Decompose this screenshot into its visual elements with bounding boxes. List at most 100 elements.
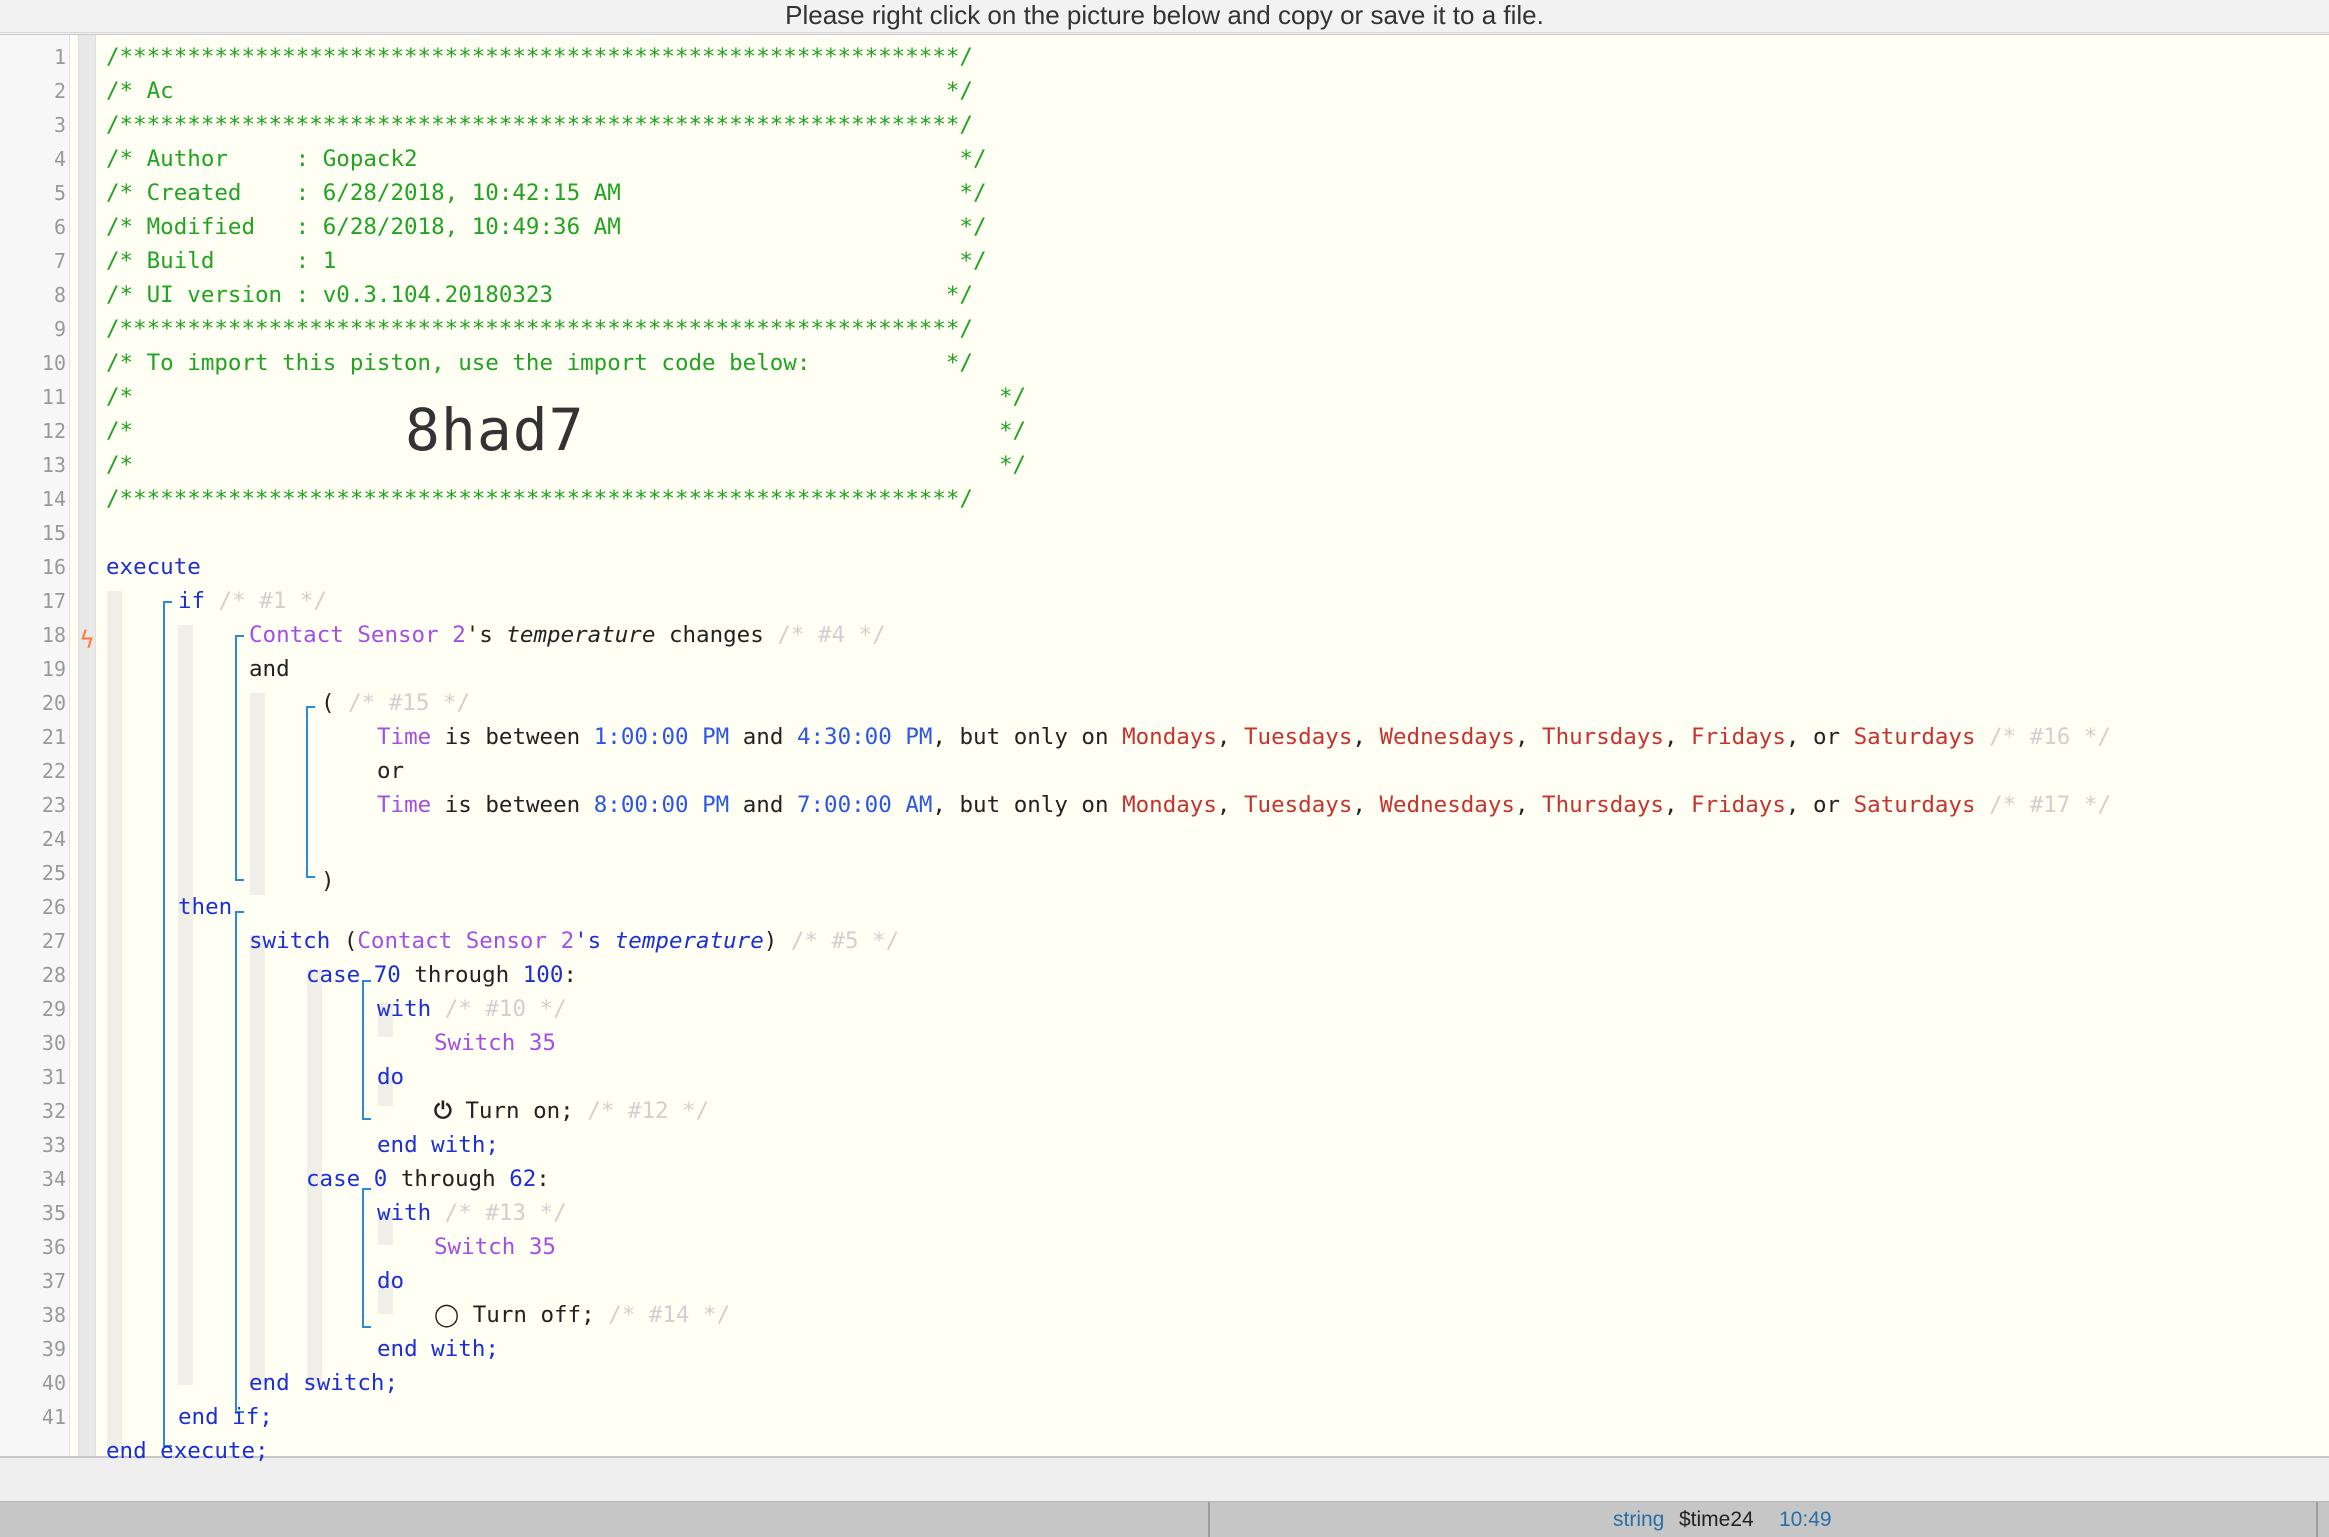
turn-off-command[interactable]: ◯ Turn off; /* #14 */ xyxy=(434,1298,730,1332)
turn-on-command[interactable]: ⏻ Turn on; /* #12 */ xyxy=(434,1094,709,1128)
status-var-name: $time24 xyxy=(1679,1508,1754,1531)
line-number: 31 xyxy=(41,1065,66,1089)
case-70-100[interactable]: case 70 through 100: xyxy=(306,958,577,992)
line-number: 25 xyxy=(41,861,66,885)
line-number: 36 xyxy=(41,1235,66,1259)
header-build: /* Build : 1 */ xyxy=(106,248,987,274)
import-code[interactable]: 8had7 xyxy=(405,395,585,465)
and-word: and xyxy=(729,724,797,750)
piston-code-view: 1 2 3 4 5 6 7 8 9 10 11 12 13 14 15 16 17 18 19 20 21 22 23 24 2… xyxy=(0,34,2329,1464)
day-value: Mondays xyxy=(1122,724,1217,750)
line-number: 14 xyxy=(41,487,66,511)
group-close[interactable]: ) xyxy=(321,864,335,898)
power-off-icon: ◯ xyxy=(434,1302,460,1328)
time-condition-2[interactable]: Time is between 8:00:00 PM and 7:00:00 A… xyxy=(377,788,2111,822)
possessive: 's xyxy=(465,622,507,648)
and-operator[interactable]: and xyxy=(249,652,290,686)
case-max: 62 xyxy=(509,1166,537,1192)
possessive: 's xyxy=(574,928,615,954)
statement-id-comment: /* #1 */ xyxy=(218,588,328,614)
line-number: 23 xyxy=(41,793,66,817)
header-border: /***************************************… xyxy=(106,112,973,138)
line-number: 41 xyxy=(41,1405,66,1429)
line-number: 1 xyxy=(53,45,66,69)
header-blank-close: */ xyxy=(999,452,1027,478)
line-number: 24 xyxy=(41,827,66,851)
trigger-condition[interactable]: Contact Sensor 2's temperature changes /… xyxy=(249,618,886,652)
or-word: , or xyxy=(1785,724,1854,750)
with-statement[interactable]: with /* #13 */ xyxy=(377,1196,567,1230)
end-execute-keyword: end execute; xyxy=(106,1438,269,1464)
comma: , xyxy=(1514,724,1543,750)
indent-bar xyxy=(250,693,265,895)
status-var-value: 10:49 xyxy=(1779,1508,1832,1531)
line-number: 10 xyxy=(41,351,66,375)
case-max: 100 xyxy=(522,962,564,988)
group-bracket xyxy=(306,706,315,878)
status-bar: string $time24 10:49 xyxy=(0,1501,2329,1537)
with-bracket xyxy=(362,980,371,1120)
line-number: 6 xyxy=(53,215,66,239)
line-number: 13 xyxy=(41,453,66,477)
statement-id-comment: /* #4 */ xyxy=(777,622,886,648)
end-with-keyword: end with; xyxy=(377,1336,499,1362)
header-blank-close: */ xyxy=(999,384,1027,410)
device-switch-35[interactable]: Switch 35 xyxy=(434,1026,556,1060)
group-open[interactable]: ( /* #15 */ xyxy=(321,686,470,720)
status-divider xyxy=(1208,1502,1210,1537)
with-keyword: with xyxy=(377,996,432,1022)
indent-bar xyxy=(178,625,193,1385)
or-operator[interactable]: or xyxy=(377,754,404,788)
statement-id-comment: /* #17 */ xyxy=(1989,792,2111,818)
comma: , xyxy=(1663,724,1692,750)
line-number: 22 xyxy=(41,759,66,783)
then-keyword[interactable]: then xyxy=(178,890,232,924)
statement-id-comment: /* #15 */ xyxy=(348,690,471,716)
day-value: Thursdays xyxy=(1542,724,1664,750)
line-number: 11 xyxy=(41,385,66,409)
day-value: Wednesdays xyxy=(1379,724,1515,750)
header-blank-open: /* xyxy=(106,452,134,478)
day-value: Saturdays xyxy=(1853,792,1976,818)
header-ui-version: /* UI version : v0.3.104.20180323 */ xyxy=(106,282,973,308)
if-statement[interactable]: if /* #1 */ xyxy=(178,584,327,618)
restriction: , but only on xyxy=(932,724,1123,750)
case-keyword: case xyxy=(306,962,361,988)
case-min: 0 xyxy=(373,1166,388,1192)
time-subject: Time xyxy=(377,792,432,818)
line-number: 9 xyxy=(53,317,66,341)
switch-keyword: switch xyxy=(249,928,331,954)
switch-statement[interactable]: switch (Contact Sensor 2's temperature) … xyxy=(249,924,899,958)
time-subject: Time xyxy=(377,724,432,750)
instruction-text: Please right click on the picture below … xyxy=(785,0,1544,30)
restriction: , but only on xyxy=(932,792,1123,818)
header-blank-open: /* xyxy=(106,384,134,410)
statement-id-comment: /* #16 */ xyxy=(1989,724,2111,750)
comparison: changes xyxy=(655,622,764,648)
line-number: 19 xyxy=(41,657,66,681)
line-number: 7 xyxy=(53,249,66,273)
case-0-62[interactable]: case 0 through 62: xyxy=(306,1162,550,1196)
line-number: 40 xyxy=(41,1371,66,1395)
with-bracket xyxy=(362,1188,371,1328)
header-blank-close: */ xyxy=(999,418,1027,444)
through-word: through xyxy=(387,1166,510,1192)
line-number: 17 xyxy=(41,589,66,613)
comma: , xyxy=(1216,724,1244,750)
device-switch-35[interactable]: Switch 35 xyxy=(434,1230,556,1264)
or-word: , or xyxy=(1785,792,1854,818)
do-keyword: do xyxy=(377,1268,405,1294)
time-condition-1[interactable]: Time is between 1:00:00 PM and 4:30:00 P… xyxy=(377,720,2111,754)
status-var-type: string xyxy=(1613,1508,1665,1531)
colon: : xyxy=(563,962,577,988)
header-modified: /* Modified : 6/28/2018, 10:49:36 AM */ xyxy=(106,214,987,240)
comma: , xyxy=(1352,724,1380,750)
line-number: 28 xyxy=(41,963,66,987)
time-value: 4:30:00 PM xyxy=(796,724,933,750)
line-number: 3 xyxy=(53,113,66,137)
comma: , xyxy=(1216,792,1244,818)
header-border: /***************************************… xyxy=(106,316,973,342)
header-import-hint: /* To import this piston, use the import… xyxy=(106,350,973,376)
with-statement[interactable]: with /* #10 */ xyxy=(377,992,567,1026)
day-value: Fridays xyxy=(1691,792,1786,818)
